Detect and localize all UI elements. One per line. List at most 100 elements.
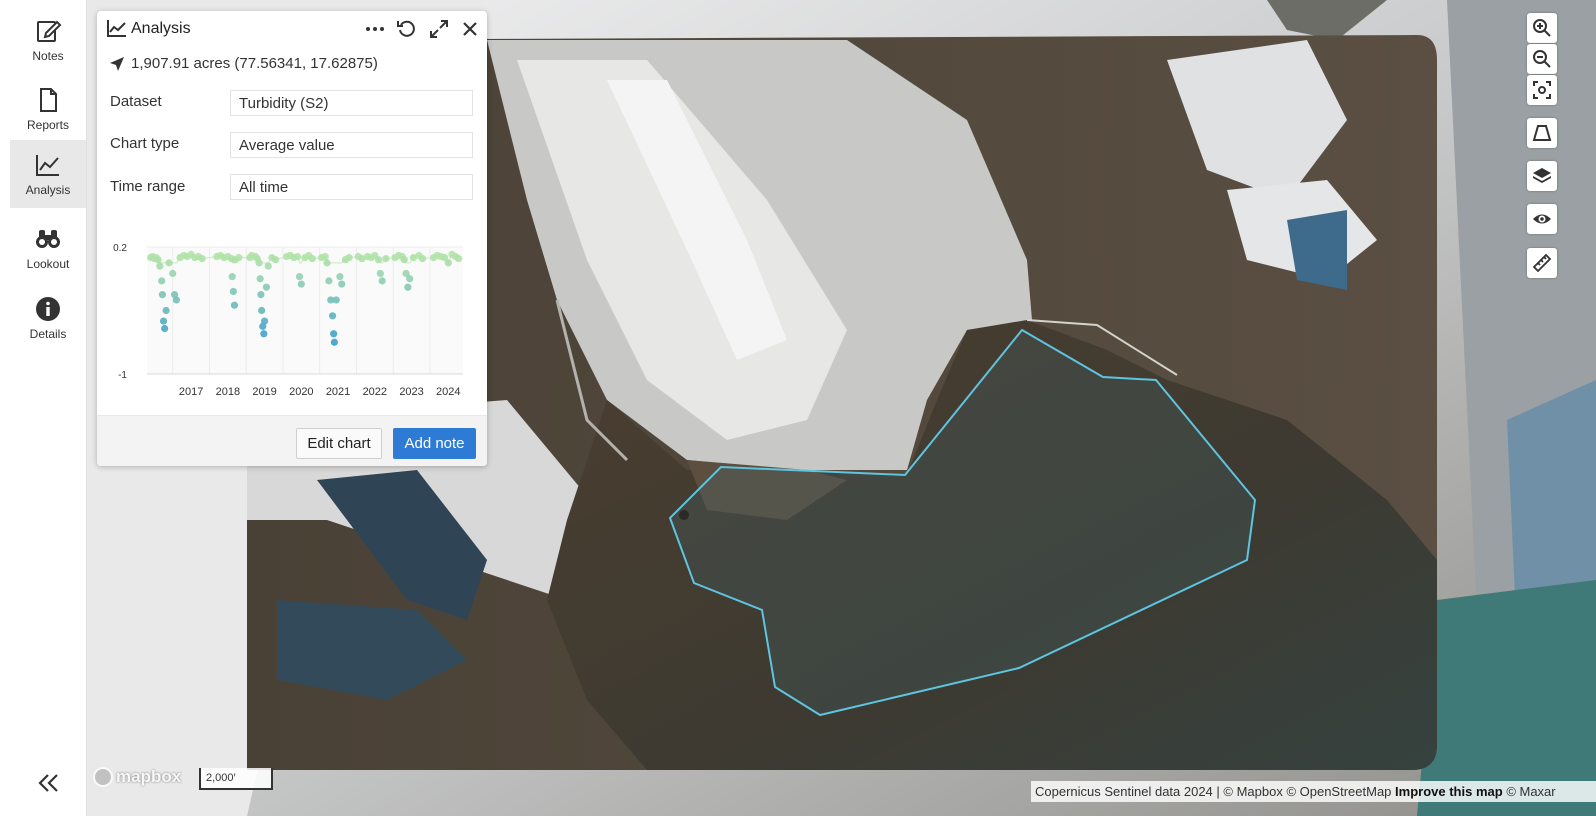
chart-point bbox=[158, 277, 166, 285]
zoom-out-icon bbox=[1533, 50, 1551, 68]
layers-icon bbox=[1533, 168, 1551, 183]
chart-x-tick-label: 2020 bbox=[289, 386, 313, 398]
ruler-icon bbox=[1532, 253, 1552, 273]
chart-point bbox=[229, 287, 237, 296]
chart-point bbox=[169, 269, 177, 278]
mapbox-logo-mark bbox=[93, 767, 113, 787]
chart-point bbox=[374, 256, 383, 264]
add-note-button[interactable]: Add note bbox=[393, 428, 476, 459]
chart-type-label: Chart type bbox=[110, 135, 180, 152]
chart-point bbox=[162, 306, 170, 315]
analysis-panel: Analysis 1,907.91 acres (77.56341, 17.62… bbox=[97, 11, 487, 466]
edit-chart-button[interactable]: Edit chart bbox=[296, 428, 382, 459]
more-options-button[interactable] bbox=[364, 18, 386, 40]
chart-point bbox=[256, 275, 264, 283]
zoom-in-icon bbox=[1533, 19, 1551, 37]
nav-label-notes: Notes bbox=[32, 49, 64, 63]
chart-point bbox=[260, 330, 268, 338]
attribution-suffix: © Maxar bbox=[1506, 784, 1556, 799]
chart-point bbox=[165, 259, 173, 267]
scale-bar: 2,000′ bbox=[199, 768, 273, 790]
visibility-button[interactable] bbox=[1527, 204, 1557, 234]
attribution-text: Copernicus Sentinel data 2024 | © Mapbox… bbox=[1035, 784, 1392, 799]
chart-y-tick-label: -1 bbox=[118, 370, 127, 381]
expand-button[interactable] bbox=[428, 18, 450, 40]
panel-title: Analysis bbox=[131, 20, 191, 37]
reset-button[interactable] bbox=[396, 18, 418, 40]
chart-point bbox=[272, 256, 280, 264]
chart-point bbox=[330, 338, 338, 346]
reset-icon bbox=[397, 20, 415, 37]
chart-point bbox=[297, 280, 305, 288]
turbidity-chart[interactable]: 0.2 -1 2017 2018 2019 2020 2021 2022 2023 2024 bbox=[107, 239, 477, 411]
chart-point bbox=[235, 253, 243, 262]
chart-point bbox=[258, 306, 266, 315]
chart-x-tick-label: 2021 bbox=[326, 386, 350, 398]
chart-point bbox=[260, 317, 269, 325]
chart-x-tick-label: 2022 bbox=[363, 386, 387, 398]
chart-point bbox=[345, 253, 353, 262]
nav-label-lookout: Lookout bbox=[26, 257, 70, 271]
chart-point bbox=[321, 252, 329, 261]
nav-label-details: Details bbox=[29, 327, 67, 341]
perspective-button[interactable] bbox=[1527, 118, 1557, 148]
chart-point bbox=[382, 255, 390, 263]
chart-point bbox=[328, 312, 337, 320]
nav-label-reports: Reports bbox=[26, 118, 70, 132]
close-button[interactable] bbox=[459, 18, 481, 40]
chart-point bbox=[264, 262, 272, 270]
chart-line-icon bbox=[107, 20, 126, 37]
chart-y-tick-label: 0.2 bbox=[113, 243, 127, 254]
fit-bounds-icon bbox=[1533, 81, 1551, 99]
chart-point bbox=[332, 296, 340, 304]
nav-item-lookout[interactable]: Lookout bbox=[10, 214, 86, 282]
nav-item-reports[interactable]: Reports bbox=[10, 75, 86, 143]
dataset-label: Dataset bbox=[110, 93, 162, 110]
chart-point bbox=[228, 273, 236, 281]
mapbox-logo[interactable]: mapbox bbox=[93, 767, 181, 787]
layers-button[interactable] bbox=[1527, 161, 1557, 191]
chart-x-tick-label: 2019 bbox=[252, 386, 276, 398]
perspective-icon bbox=[1532, 125, 1552, 141]
chart-point bbox=[154, 256, 162, 264]
chart-point bbox=[330, 330, 338, 338]
chart-plot-area bbox=[147, 247, 463, 374]
area-text: 1,907.91 acres (77.56341, 17.62875) bbox=[131, 55, 378, 72]
nav-item-details[interactable]: Details bbox=[10, 284, 86, 352]
chart-type-select[interactable]: Average value bbox=[230, 132, 473, 158]
chart-point bbox=[336, 273, 344, 281]
binoculars-icon bbox=[36, 230, 60, 248]
chart-point bbox=[418, 255, 427, 263]
info-icon bbox=[36, 297, 60, 321]
chart-x-tick-label: 2018 bbox=[216, 386, 240, 398]
more-icon bbox=[366, 27, 384, 31]
left-nav: Notes Reports Analysis Lookout Details bbox=[0, 0, 87, 816]
chart-point bbox=[400, 256, 408, 264]
nav-item-analysis[interactable]: Analysis bbox=[10, 140, 86, 208]
improve-map-link[interactable]: Improve this map bbox=[1395, 784, 1503, 799]
zoom-out-button[interactable] bbox=[1527, 44, 1557, 74]
scale-label: 2,000′ bbox=[206, 772, 236, 784]
close-icon bbox=[463, 22, 477, 36]
fit-bounds-button[interactable] bbox=[1527, 75, 1557, 105]
chart-point bbox=[198, 255, 206, 263]
nav-item-notes[interactable]: Notes bbox=[10, 6, 86, 74]
double-chevron-left-icon bbox=[38, 774, 58, 792]
chart-point bbox=[156, 262, 164, 270]
chart-point bbox=[257, 291, 265, 299]
measure-button[interactable] bbox=[1527, 248, 1557, 278]
chart-point bbox=[404, 283, 412, 291]
dataset-select[interactable]: Turbidity (S2) bbox=[230, 90, 473, 116]
zoom-in-button[interactable] bbox=[1527, 13, 1557, 43]
time-range-select[interactable]: All time bbox=[230, 174, 473, 200]
chart-x-tick-label: 2023 bbox=[399, 386, 423, 398]
chart-point bbox=[255, 259, 263, 267]
chart-point bbox=[444, 259, 452, 267]
location-arrow-icon bbox=[110, 56, 124, 71]
chart-point bbox=[454, 255, 463, 263]
chart-point bbox=[294, 252, 302, 261]
chart-point bbox=[295, 273, 304, 281]
eye-icon bbox=[1533, 214, 1551, 224]
collapse-nav-button[interactable] bbox=[36, 770, 62, 796]
chart-point bbox=[158, 291, 167, 299]
